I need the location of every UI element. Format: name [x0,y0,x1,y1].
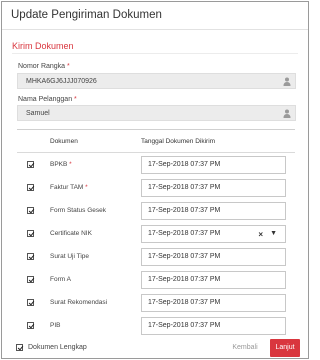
clear-icon[interactable]: × [258,230,263,239]
section-title: Kirim Dokumen [12,41,74,51]
required-mark: * [74,96,77,103]
document-checkbox[interactable] [27,299,34,306]
date-value: 17-Sep-2018 07:37 PM [148,207,221,214]
document-name-text: Faktur TAM [50,184,84,191]
date-input[interactable]: 17-Sep-2018 07:37 PM [141,202,286,220]
nomor-rangka-label: Nomor Rangka * [18,63,70,70]
document-checkbox[interactable] [27,184,34,191]
date-value: 17-Sep-2018 07:37 PM [148,322,221,329]
required-mark: * [67,63,70,70]
caret-down-icon[interactable]: ▼ [270,230,277,237]
date-value: 17-Sep-2018 07:37 PM [148,184,221,191]
table-row: Surat Uji Tipe 17-Sep-2018 07:37 PM [17,246,295,268]
column-header-dokumen: Dokumen [50,138,78,145]
document-checkbox[interactable] [27,276,34,283]
table-header: Dokumen Tanggal Dokumen Dikirim [17,129,295,153]
document-name: Certificate NIK [50,230,92,237]
document-checkbox[interactable] [27,253,34,260]
document-name: Form A [50,276,71,283]
document-name-text: BPKB [50,161,68,168]
table-row: Certificate NIK 17-Sep-2018 07:37 PM × ▼ [17,223,295,245]
modal-footer: Dokumen Lengkap Kembali Lanjut [2,336,308,358]
back-button[interactable]: Kembali [226,339,264,357]
document-name: Surat Rekomendasi [50,299,108,306]
date-input[interactable]: 17-Sep-2018 07:37 PM [141,294,286,312]
document-checkbox[interactable] [27,230,34,237]
date-input[interactable]: 17-Sep-2018 07:37 PM × ▼ [141,225,286,243]
nomor-rangka-label-text: Nomor Rangka [18,63,66,70]
table-row: Faktur TAM * 17-Sep-2018 07:37 PM [17,177,295,199]
dokumen-lengkap-checkbox[interactable] [16,344,23,351]
date-value: 17-Sep-2018 07:37 PM [148,161,221,168]
modal-title: Update Pengiriman Dokumen [11,9,162,21]
nama-pelanggan-value: Samuel [26,110,50,117]
document-checkbox[interactable] [27,322,34,329]
date-input[interactable]: 17-Sep-2018 07:37 PM [141,156,286,174]
nama-pelanggan-field[interactable]: Samuel [17,105,296,121]
date-value: 17-Sep-2018 07:37 PM [148,299,221,306]
date-input[interactable]: 17-Sep-2018 07:37 PM [141,317,286,335]
user-icon [283,77,291,86]
nomor-rangka-value: MHKA6GJ6JJJ070926 [26,78,97,85]
document-checkbox[interactable] [27,161,34,168]
document-name: Form Status Gesek [50,207,106,214]
date-value: 17-Sep-2018 07:37 PM [148,230,221,237]
dokumen-lengkap-label: Dokumen Lengkap [28,344,87,351]
date-input[interactable]: 17-Sep-2018 07:37 PM [141,179,286,197]
required-mark: * [69,161,72,168]
column-header-tanggal: Tanggal Dokumen Dikirim [141,138,216,145]
modal-header: Update Pengiriman Dokumen [2,2,308,30]
table-row: BPKB * 17-Sep-2018 07:37 PM [17,154,295,176]
date-value: 17-Sep-2018 07:37 PM [148,276,221,283]
table-row: Form Status Gesek 17-Sep-2018 07:37 PM [17,200,295,222]
nama-pelanggan-label: Nama Pelanggan * [18,96,77,103]
document-name: Faktur TAM * [50,184,88,191]
document-checkbox[interactable] [27,207,34,214]
nama-pelanggan-label-text: Nama Pelanggan [18,96,73,103]
date-input[interactable]: 17-Sep-2018 07:37 PM [141,271,286,289]
user-icon [283,109,291,118]
document-name: BPKB * [50,161,72,168]
next-button[interactable]: Lanjut [270,339,300,357]
table-row: Form A 17-Sep-2018 07:37 PM [17,269,295,291]
date-input[interactable]: 17-Sep-2018 07:37 PM [141,248,286,266]
nomor-rangka-field[interactable]: MHKA6GJ6JJJ070926 [17,73,296,89]
date-value: 17-Sep-2018 07:37 PM [148,253,221,260]
document-name: Surat Uji Tipe [50,253,90,260]
table-row: PIB 17-Sep-2018 07:37 PM [17,315,295,337]
update-document-modal: Update Pengiriman Dokumen Kirim Dokumen … [1,1,309,359]
table-row: Surat Rekomendasi 17-Sep-2018 07:37 PM [17,292,295,314]
section-divider [12,53,298,54]
required-mark: * [85,184,88,191]
document-name: PIB [50,322,61,329]
